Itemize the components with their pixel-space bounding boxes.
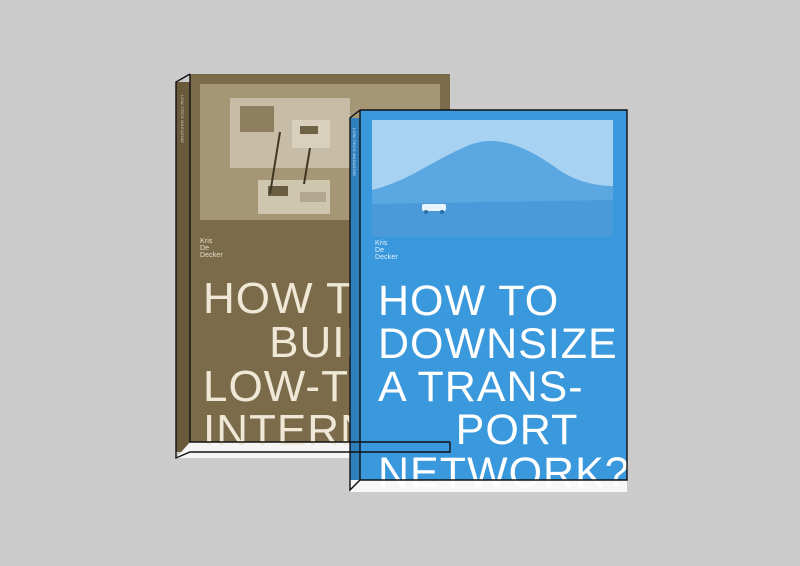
title-line: HOW TO xyxy=(378,277,560,325)
title-line: PORT xyxy=(378,406,579,454)
author-name: Kris De Decker xyxy=(375,240,398,261)
book-title: HOW TO DOWNSIZE A TRANS- PORT NETWORK? xyxy=(378,280,630,495)
title-line: DOWNSIZE xyxy=(378,320,618,368)
cover-photo-desert-vehicle xyxy=(372,120,613,237)
title-line: A TRANS- xyxy=(378,363,584,411)
title-line: NETWORK? xyxy=(378,449,630,497)
spine-label: LOW-TECH MAGAZINE xyxy=(180,95,185,144)
spine-label: LOW-TECH MAGAZINE xyxy=(352,128,357,177)
author-name: Kris De Decker xyxy=(200,238,223,259)
